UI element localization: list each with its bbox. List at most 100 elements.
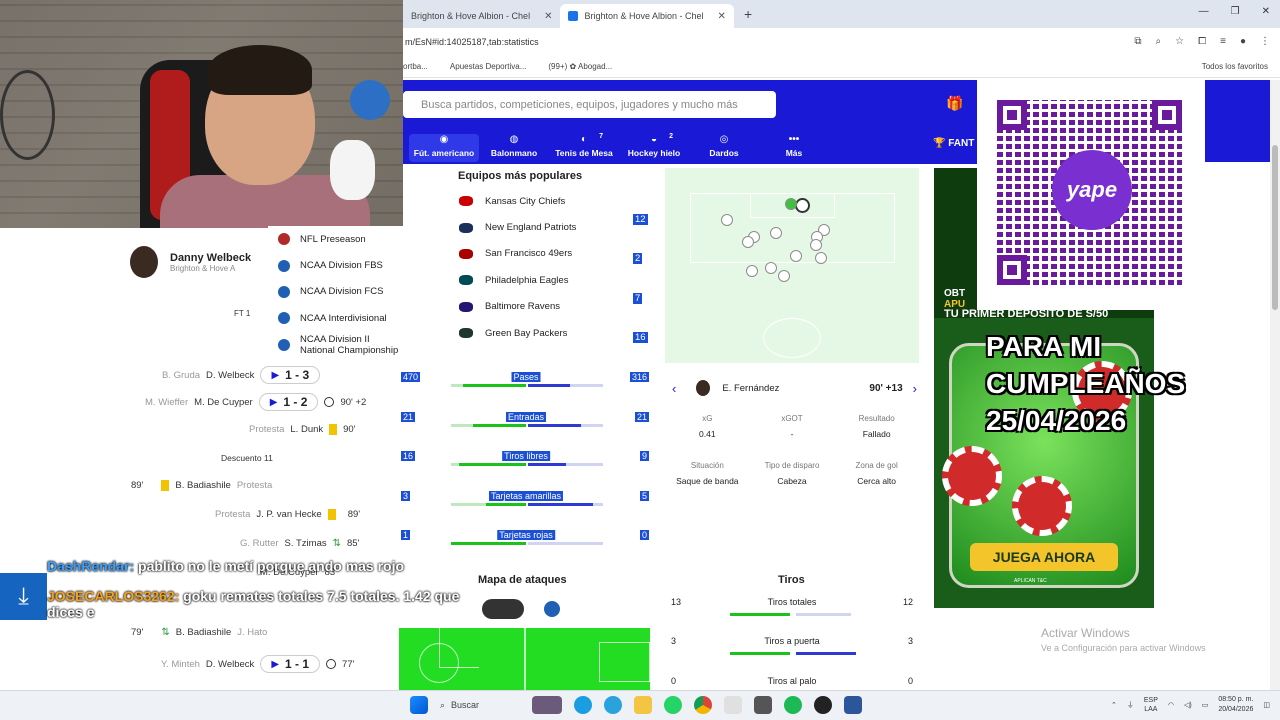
star-icon[interactable]: ☆: [1175, 36, 1184, 47]
battery-icon[interactable]: ▭: [1202, 701, 1209, 709]
taskbar-search[interactable]: ⌕ Buscar: [440, 700, 520, 711]
close-tab-icon[interactable]: ✕: [718, 11, 726, 22]
usb-icon[interactable]: ⏚: [1127, 700, 1134, 710]
language-label[interactable]: ESP: [1144, 697, 1158, 704]
obs-icon[interactable]: [814, 696, 832, 714]
activate-windows-watermark: Activar Windows Ve a Configuración para …: [1041, 626, 1206, 653]
widgets-icon[interactable]: [532, 696, 562, 714]
event-row: Protesta J. P. van Hecke 89': [215, 509, 360, 520]
shots-section-title: Tiros: [778, 574, 805, 586]
bookmark-item[interactable]: ortba...: [403, 62, 428, 71]
shot-marker[interactable]: [790, 250, 802, 262]
sport-tab-more[interactable]: ••• Más: [759, 134, 829, 162]
shot-marker[interactable]: [770, 227, 782, 239]
scroll-thumb[interactable]: [1272, 145, 1278, 310]
whatsapp-icon[interactable]: [664, 696, 682, 714]
menu-icon[interactable]: ⋮: [1260, 36, 1270, 47]
zoom-icon[interactable]: ⌕: [1156, 36, 1162, 47]
shot-marker[interactable]: [810, 239, 822, 251]
spotify-icon[interactable]: [784, 696, 802, 714]
sport-tab-ice-hockey[interactable]: ◒ 2 Hockey hielo: [619, 133, 689, 162]
goal-score: 1 - 2: [283, 395, 308, 409]
address-bar[interactable]: m/EsN#id:14025187,tab:statistics ⧉ ⌕ ☆ ⧠…: [403, 28, 1280, 56]
goal-score-button[interactable]: ▶ 1 - 2: [258, 393, 319, 411]
file-explorer-icon[interactable]: [634, 696, 652, 714]
shot-marker[interactable]: [721, 214, 733, 226]
fantasy-link[interactable]: 🏆 FANT: [933, 138, 974, 149]
shot-marker[interactable]: [765, 262, 777, 274]
sport-tab-darts[interactable]: ◎ Dardos: [689, 134, 759, 162]
brighton-crest-icon[interactable]: [544, 601, 560, 617]
all-bookmarks[interactable]: Todos los favoritos: [1202, 62, 1268, 71]
browser-tab[interactable]: Brighton & Hove Albion - Chel ✕: [403, 4, 560, 28]
shot-marker[interactable]: [742, 236, 754, 248]
chelsea-crest-icon[interactable]: [482, 599, 524, 619]
bookmark-item[interactable]: (99+) ✿ Abogad...: [548, 62, 612, 71]
chrome-icon[interactable]: [694, 696, 712, 714]
dropdown-item[interactable]: NCAA Interdivisional: [268, 305, 403, 331]
chevron-up-icon[interactable]: ⌃: [1111, 701, 1117, 709]
prev-shot-icon[interactable]: ‹: [672, 381, 676, 396]
extensions-icon[interactable]: ⧠: [1198, 36, 1206, 47]
event-minute: 89': [131, 480, 144, 491]
team-row[interactable]: Green Bay Packers: [445, 320, 640, 346]
shot-marker-selected[interactable]: [795, 198, 810, 213]
close-window-icon[interactable]: ✕: [1262, 6, 1270, 17]
playlist-icon[interactable]: ≡: [1220, 36, 1226, 47]
bookmarks-bar: ortba... Apuestas Deportiva... (99+) ✿ A…: [403, 56, 1280, 78]
goal-score-button[interactable]: ▶ 1 - 1: [260, 655, 321, 673]
bookmark-item[interactable]: Apuestas Deportiva...: [450, 62, 526, 71]
stat-home-value: 21: [401, 412, 416, 422]
shot-marker[interactable]: [746, 265, 758, 277]
shot-marker[interactable]: [778, 270, 790, 282]
notification-icon[interactable]: ◫: [1263, 701, 1270, 709]
word-icon[interactable]: [844, 696, 862, 714]
goal-score-button[interactable]: ▶ 1 - 3: [260, 366, 321, 384]
shot-marker[interactable]: [785, 198, 797, 210]
wifi-icon[interactable]: ◠: [1168, 701, 1174, 709]
league-icon: [278, 312, 290, 325]
clock[interactable]: 08:50 p. m. 20/04/2026: [1218, 695, 1253, 715]
play-now-button[interactable]: JUEGA AHORA: [970, 543, 1118, 571]
dropdown-item[interactable]: NCAA Division FBS: [268, 252, 403, 278]
edge-icon[interactable]: [574, 696, 592, 714]
event-reason: Protesta: [215, 509, 251, 520]
sport-tab-american-football[interactable]: ◉ Fút. americano: [409, 134, 479, 162]
stat-row: 16 Tiros libres 9: [401, 451, 651, 481]
event-sub-in: B. Badiashile: [175, 627, 232, 638]
league-label: NCAA Division FCS: [300, 286, 384, 298]
sport-tab-handball[interactable]: ◍ Balonmano: [479, 134, 549, 162]
yape-label: yape: [1066, 177, 1118, 202]
yellow-card-icon: [329, 424, 338, 435]
new-tab-button[interactable]: +: [734, 6, 762, 22]
browser-tab-active[interactable]: Brighton & Hove Albion - Chel ✕: [560, 4, 734, 28]
telegram-icon[interactable]: [604, 696, 622, 714]
dropdown-item[interactable]: NCAA Division FCS: [268, 279, 403, 305]
dropdown-item[interactable]: NCAA Division II National Championship: [268, 332, 403, 358]
event-assist: M. Wieffer: [145, 396, 189, 408]
calculator-icon[interactable]: [754, 696, 772, 714]
page-scrollbar[interactable]: [1270, 80, 1280, 690]
team-row[interactable]: San Francisco 49ers: [445, 241, 640, 267]
profile-avatar[interactable]: ●: [1240, 36, 1246, 47]
download-icon[interactable]: ⤓: [0, 573, 47, 620]
dropdown-item[interactable]: NFL Preseason: [268, 226, 403, 252]
shot-marker[interactable]: [815, 252, 827, 264]
restore-icon[interactable]: ❐: [1231, 6, 1240, 17]
team-row[interactable]: Kansas City Chiefs: [445, 188, 640, 214]
minimize-icon[interactable]: —: [1199, 6, 1209, 17]
next-shot-icon[interactable]: ›: [913, 381, 917, 396]
volume-icon[interactable]: ◁): [1184, 701, 1192, 709]
gift-icon[interactable]: 🎁: [946, 95, 963, 112]
tab-label: Brighton & Hove Albion - Chel: [584, 11, 704, 21]
team-row[interactable]: New England Patriots: [445, 214, 640, 240]
search-input[interactable]: Busca partidos, competiciones, equipos, …: [403, 91, 776, 118]
install-icon[interactable]: ⧉: [1134, 36, 1141, 47]
webcam-feed: [0, 0, 403, 228]
team-row[interactable]: Baltimore Ravens: [445, 294, 640, 320]
close-tab-icon[interactable]: ✕: [544, 11, 552, 22]
windows-start-icon[interactable]: [410, 696, 428, 714]
team-row[interactable]: Philadelphia Eagles: [445, 267, 640, 293]
typing-app-icon[interactable]: [724, 696, 742, 714]
sport-tab-table-tennis[interactable]: ◐ 7 Tenis de Mesa: [549, 133, 619, 162]
